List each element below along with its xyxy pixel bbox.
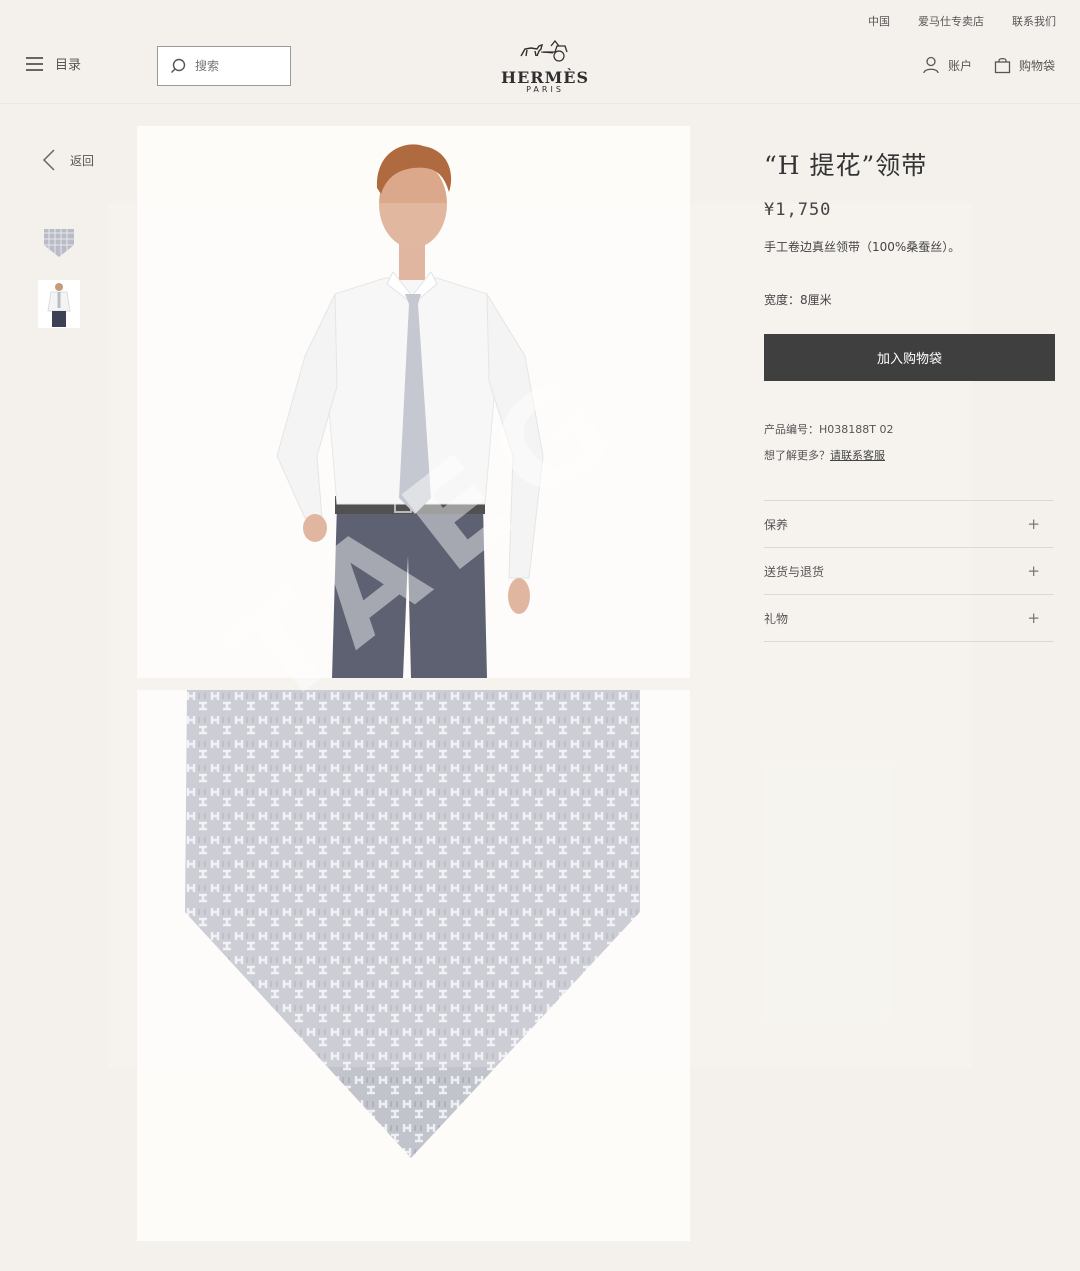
- product-info: “H 提花”领带 ¥1,750 手工卷边真丝领带（100%桑蚕丝）。 宽度：8厘…: [764, 146, 1056, 463]
- accordion-shipping[interactable]: 送货与退货 +: [764, 548, 1054, 595]
- product-width: 宽度：8厘米: [764, 293, 832, 307]
- account-label: 账户: [947, 58, 972, 73]
- hamburger-icon: [26, 56, 43, 71]
- product-title: “H 提花”领带: [764, 151, 928, 180]
- back-label: 返回: [70, 153, 95, 168]
- product-price: ¥1,750: [764, 200, 832, 220]
- thumbnail-tie[interactable]: [38, 218, 80, 266]
- util-link-region[interactable]: 中国: [868, 13, 890, 29]
- tie-thumbnail-image: [44, 229, 74, 257]
- util-link-contact[interactable]: 联系我们: [1012, 13, 1056, 29]
- carriage-logo-icon: [520, 39, 568, 62]
- accordion-care[interactable]: 保养 +: [764, 501, 1054, 548]
- search-box[interactable]: [157, 46, 291, 86]
- product-image-tie-detail: [137, 690, 690, 1241]
- chevron-left-icon: [42, 149, 55, 171]
- add-to-bag-button[interactable]: 加入购物袋: [764, 334, 1055, 381]
- model-thumbnail-image: [47, 283, 71, 327]
- contact-service-link[interactable]: 请联系客服: [830, 449, 885, 462]
- info-accordion: 保养 + 送货与退货 + 礼物 +: [764, 500, 1054, 642]
- model-wearing-tie-image: [137, 126, 690, 678]
- bag-button[interactable]: 购物袋: [994, 56, 1055, 74]
- search-input[interactable]: [195, 59, 275, 73]
- product-description: 手工卷边真丝领带（100%桑蚕丝）。: [764, 240, 961, 254]
- thumbnail-model[interactable]: [38, 280, 80, 328]
- back-link[interactable]: 返回: [42, 148, 94, 172]
- accordion-gift[interactable]: 礼物 +: [764, 595, 1054, 642]
- shopping-bag-icon: [994, 57, 1011, 73]
- search-icon: [171, 58, 186, 73]
- accordion-label: 送货与退货: [764, 564, 825, 579]
- brand-logo[interactable]: HERMÈS PARIS: [493, 39, 597, 94]
- contact-prompt-text: 想了解更多？: [764, 449, 830, 462]
- bag-label: 购物袋: [1018, 58, 1055, 73]
- product-image-model: [137, 126, 690, 678]
- accordion-label: 保养: [764, 517, 789, 532]
- plus-icon: +: [1027, 515, 1040, 533]
- plus-icon: +: [1027, 609, 1040, 627]
- util-link-stores[interactable]: 爱马仕专卖店: [918, 13, 984, 29]
- tie-fabric-closeup-image: [137, 690, 690, 1241]
- contact-prompt: 想了解更多？请联系客服: [764, 447, 1056, 463]
- plus-icon: +: [1027, 562, 1040, 580]
- account-button[interactable]: 账户: [922, 56, 972, 74]
- menu-label: 目录: [55, 58, 82, 73]
- accordion-label: 礼物: [764, 611, 789, 626]
- user-icon: [923, 56, 939, 74]
- utility-links: 中国 爱马仕专卖店 联系我们: [868, 13, 1056, 29]
- site-header: 中国 爱马仕专卖店 联系我们 目录 HERMÈS PARIS 账户: [0, 0, 1080, 104]
- menu-button[interactable]: 目录: [26, 54, 81, 73]
- account-area: 账户 购物袋: [922, 56, 1055, 74]
- product-code: 产品编号：H038188T 02: [764, 423, 894, 436]
